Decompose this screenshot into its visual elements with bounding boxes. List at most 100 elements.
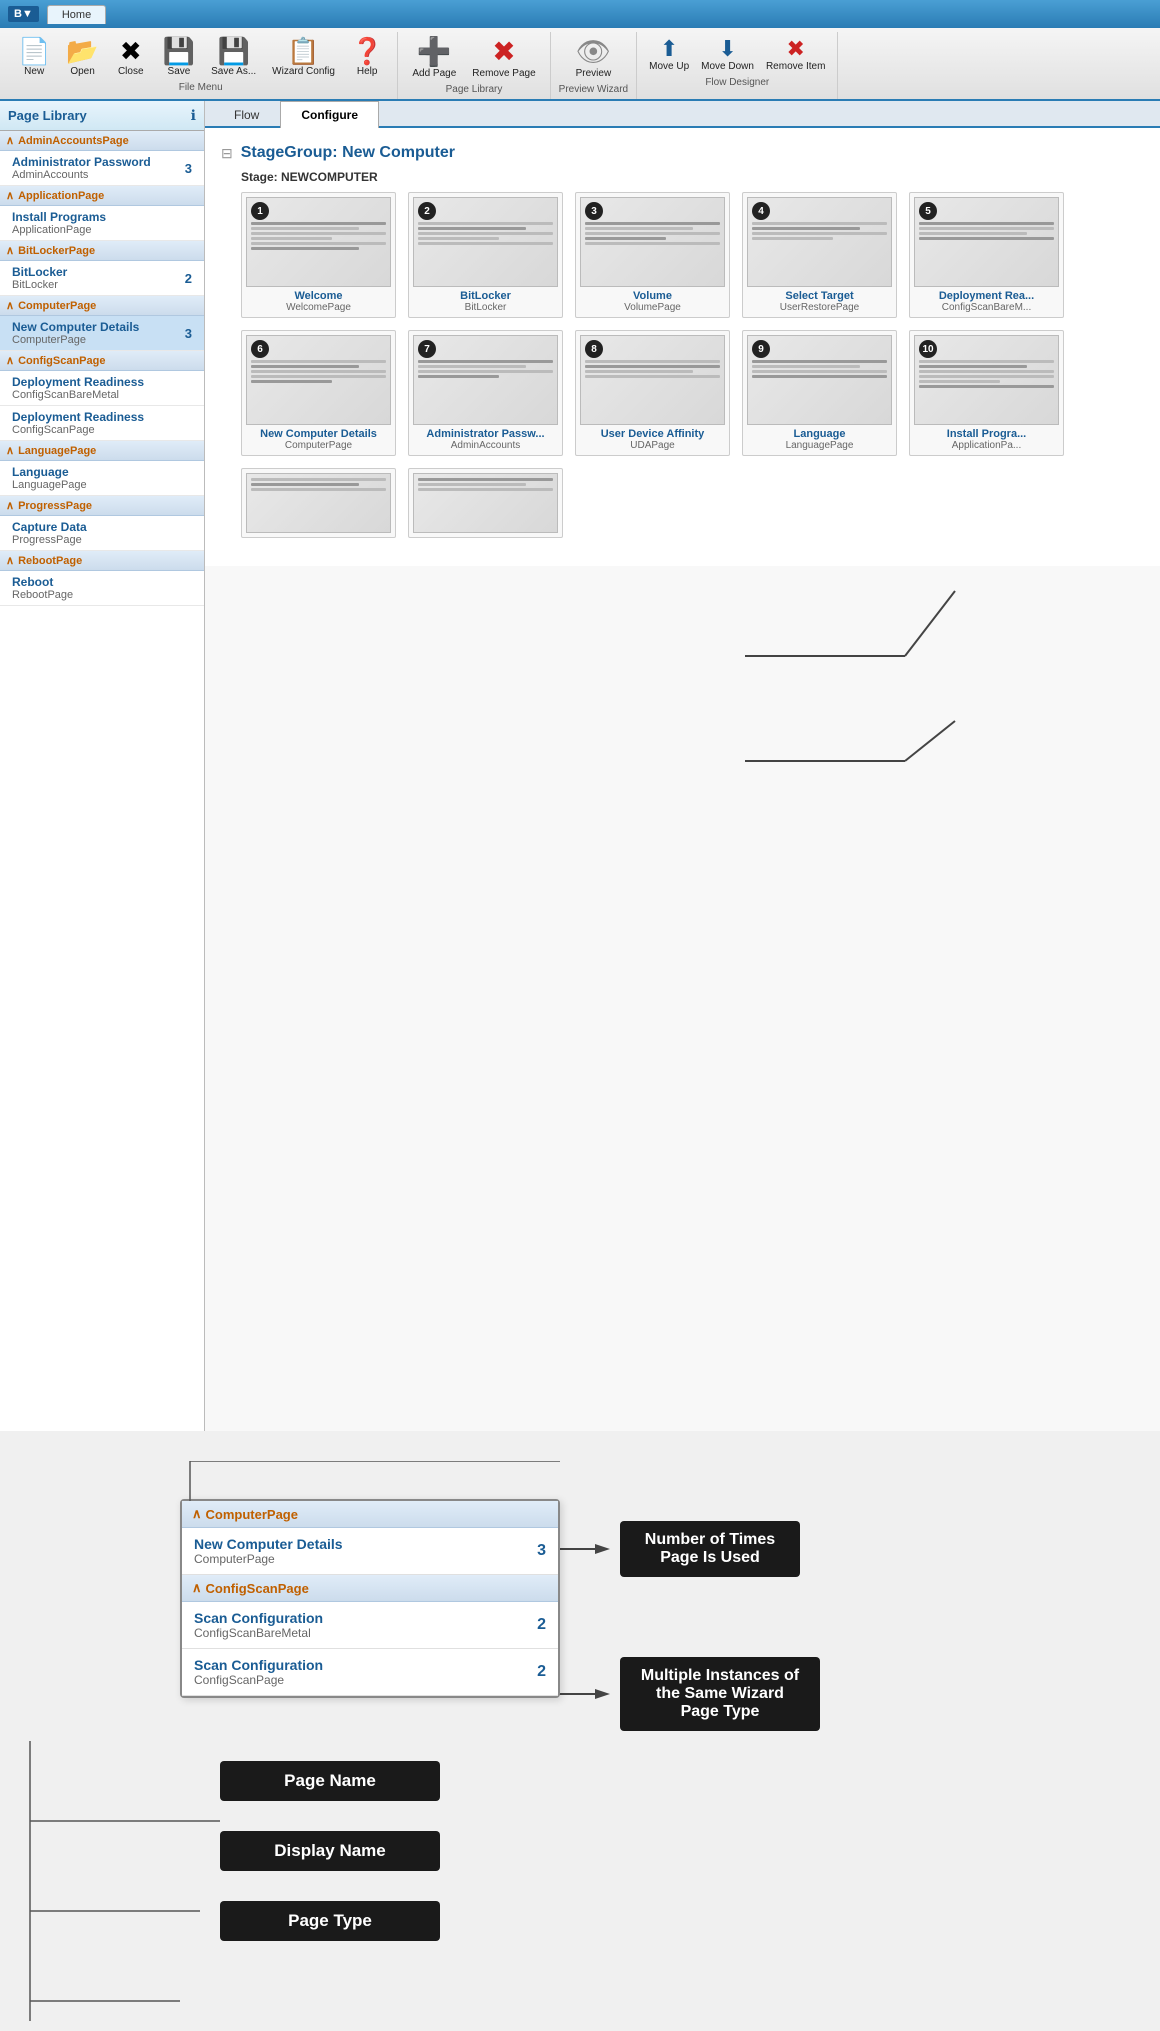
page-title-2: BitLocker bbox=[413, 290, 558, 302]
sidebar-category-configscan[interactable]: ∧ ConfigScanPage bbox=[0, 351, 204, 371]
chevron-down-icon: ∧ bbox=[6, 134, 14, 147]
sidebar-item-capture-data[interactable]: Capture Data ProgressPage bbox=[0, 516, 204, 551]
page-card-8[interactable]: 8 User Device Affinity UDAPage bbox=[575, 330, 730, 456]
chevron-icon: ∧ bbox=[6, 299, 14, 312]
right-tooltips: Number of Times Page Is Used Multiple In… bbox=[620, 1461, 820, 1731]
page-thumbnail-2: 2 bbox=[413, 197, 558, 287]
tab-flow[interactable]: Flow bbox=[213, 101, 280, 128]
sidebar-item-reboot[interactable]: Reboot RebootPage bbox=[0, 571, 204, 606]
page-thumbnail-3: 3 bbox=[580, 197, 725, 287]
page-card-6[interactable]: 6 New Computer Details ComputerPage bbox=[241, 330, 396, 456]
page-card-extra-2[interactable] bbox=[408, 468, 563, 538]
page-card-5[interactable]: 5 Deployment Rea... ConfigScanBareM... bbox=[909, 192, 1064, 318]
sidebar-item-install-programs[interactable]: Install Programs ApplicationPage bbox=[0, 206, 204, 241]
move-up-button[interactable]: ⬆ Move Up bbox=[645, 36, 693, 75]
callout-item-configscan-1[interactable]: Scan Configuration ConfigScanBareMetal 2 bbox=[182, 1602, 558, 1649]
open-label: Open bbox=[70, 66, 94, 78]
page-number-9: 9 bbox=[752, 340, 770, 358]
help-icon: ❓ bbox=[351, 38, 383, 64]
new-icon: 📄 bbox=[18, 38, 50, 64]
move-down-button[interactable]: ⬇ Move Down bbox=[697, 36, 758, 75]
pages-row-2: 6 New Computer Details ComputerPage bbox=[241, 330, 1144, 456]
callout-category-configscan: ∧ ConfigScanPage bbox=[182, 1575, 558, 1602]
sidebar-item-admin-password[interactable]: Administrator Password AdminAccounts 3 bbox=[0, 151, 204, 186]
callout-item-configscan-2[interactable]: Scan Configuration ConfigScanPage 2 bbox=[182, 1649, 558, 1696]
callout-chevron-icon-2: ∧ bbox=[192, 1580, 202, 1596]
collapse-icon[interactable]: ⊟ bbox=[221, 145, 233, 162]
tab-configure[interactable]: Configure bbox=[280, 101, 379, 128]
item-name: BitLocker bbox=[12, 265, 185, 279]
remove-item-button[interactable]: ✖ Remove Item bbox=[762, 36, 829, 75]
callout-item-type-3: ConfigScanPage bbox=[194, 1673, 323, 1687]
sidebar-category-computer[interactable]: ∧ ComputerPage bbox=[0, 296, 204, 316]
page-card-3[interactable]: 3 Volume VolumePage bbox=[575, 192, 730, 318]
page-card-7[interactable]: 7 Administrator Passw... AdminAccounts bbox=[408, 330, 563, 456]
add-page-button[interactable]: ➕ Add Page bbox=[406, 36, 462, 82]
open-button[interactable]: 📂 Open bbox=[60, 36, 104, 80]
remove-page-button[interactable]: ✖ Remove Page bbox=[466, 36, 541, 82]
chevron-icon: ∧ bbox=[6, 354, 14, 367]
page-card-1[interactable]: 1 Welcome WelcomePage bbox=[241, 192, 396, 318]
preview-icon: 👁 bbox=[576, 38, 612, 66]
preview-label: Preview bbox=[576, 68, 612, 80]
help-button[interactable]: ❓ Help bbox=[345, 36, 389, 80]
home-tab[interactable]: Home bbox=[47, 5, 106, 24]
sidebar-category-admin[interactable]: ∧ AdminAccountsPage bbox=[0, 131, 204, 151]
info-icon[interactable]: ℹ bbox=[191, 107, 196, 124]
save-button[interactable]: 💾 Save bbox=[157, 36, 201, 80]
wizard-config-button[interactable]: 📋 Wizard Config bbox=[266, 36, 341, 80]
item-name: Language bbox=[12, 465, 196, 479]
page-title-9: Language bbox=[747, 428, 892, 440]
save-as-button[interactable]: 💾 Save As... bbox=[205, 36, 262, 80]
sidebar-category-progress[interactable]: ∧ ProgressPage bbox=[0, 496, 204, 516]
sidebar-category-language[interactable]: ∧ LanguagePage bbox=[0, 441, 204, 461]
sidebar-item-bitlocker[interactable]: BitLocker BitLocker 2 bbox=[0, 261, 204, 296]
page-type-7: AdminAccounts bbox=[413, 440, 558, 451]
sidebar-title: Page Library bbox=[8, 108, 87, 123]
page-number-10: 10 bbox=[919, 340, 937, 358]
page-name-box: Page Name bbox=[220, 1761, 440, 1801]
page-card-9[interactable]: 9 Language LanguagePage bbox=[742, 330, 897, 456]
sidebar-category-application[interactable]: ∧ ApplicationPage bbox=[0, 186, 204, 206]
page-number-4: 4 bbox=[752, 202, 770, 220]
callout-item-computer[interactable]: New Computer Details ComputerPage 3 bbox=[182, 1528, 558, 1575]
remove-page-label: Remove Page bbox=[472, 68, 535, 80]
page-card-2[interactable]: 2 BitLocker BitLocker bbox=[408, 192, 563, 318]
item-name: Deployment Readiness bbox=[12, 375, 196, 389]
preview-button[interactable]: 👁 Preview bbox=[570, 36, 618, 82]
page-card-extra-1[interactable] bbox=[241, 468, 396, 538]
sidebar-item-computer-details[interactable]: New Computer Details ComputerPage 3 bbox=[0, 316, 204, 351]
app-logo[interactable]: B▼ bbox=[8, 6, 39, 22]
page-card-10[interactable]: 10 Install Progra... ApplicationPa... bbox=[909, 330, 1064, 456]
callout-item-name-2: Scan Configuration bbox=[194, 1610, 323, 1626]
pages-row-1: 1 Welcome WelcomePage bbox=[241, 192, 1144, 318]
stage-group-header: ⊟ StageGroup: New Computer bbox=[221, 144, 1144, 162]
chevron-icon: ∧ bbox=[6, 189, 14, 202]
remove-item-label: Remove Item bbox=[766, 61, 825, 73]
page-thumbnail-8: 8 bbox=[580, 335, 725, 425]
close-button[interactable]: ✖ Close bbox=[109, 36, 153, 80]
page-title-3: Volume bbox=[580, 290, 725, 302]
item-type: ConfigScanPage bbox=[12, 424, 196, 436]
page-thumbnail-4: 4 bbox=[747, 197, 892, 287]
sidebar-item-deployment-readiness-2[interactable]: Deployment Readiness ConfigScanPage bbox=[0, 406, 204, 441]
stage-label: Stage: NEWCOMPUTER bbox=[241, 170, 1144, 184]
ribbon-group-page-library: ➕ Add Page ✖ Remove Page Page Library bbox=[398, 32, 550, 99]
title-bar: B▼ Home bbox=[0, 0, 1160, 28]
chevron-icon: ∧ bbox=[6, 499, 14, 512]
sidebar-category-bitlocker[interactable]: ∧ BitLockerPage bbox=[0, 241, 204, 261]
sidebar-category-reboot[interactable]: ∧ RebootPage bbox=[0, 551, 204, 571]
chevron-icon: ∧ bbox=[6, 554, 14, 567]
page-type-8: UDAPage bbox=[580, 440, 725, 451]
page-thumbnail-7: 7 bbox=[413, 335, 558, 425]
page-title-6: New Computer Details bbox=[246, 428, 391, 440]
page-name-annotation: Page Name bbox=[220, 1761, 1140, 1801]
new-button[interactable]: 📄 New bbox=[12, 36, 56, 80]
page-card-4[interactable]: 4 Select Target UserRestorePage bbox=[742, 192, 897, 318]
callout-box: ∧ ComputerPage New Computer Details Comp… bbox=[180, 1499, 560, 1698]
sidebar-item-language[interactable]: Language LanguagePage bbox=[0, 461, 204, 496]
sidebar-item-deployment-readiness-1[interactable]: Deployment Readiness ConfigScanBareMetal bbox=[0, 371, 204, 406]
callout-category-computer: ∧ ComputerPage bbox=[182, 1501, 558, 1528]
right-panel: Flow Configure ⊟ StageGroup: New Compute… bbox=[205, 101, 1160, 1431]
item-count: 3 bbox=[185, 326, 196, 341]
